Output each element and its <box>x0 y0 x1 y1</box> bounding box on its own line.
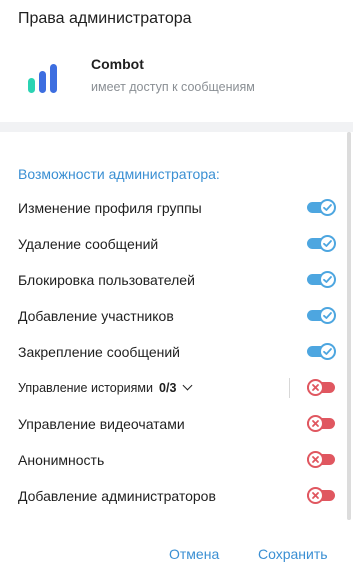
permission-label-text: Управление историями <box>18 381 154 395</box>
permission-label: Анонимность <box>18 452 105 468</box>
scrollbar-thumb[interactable] <box>347 132 351 520</box>
permission-row-pin-messages[interactable]: Закрепление сообщений <box>0 334 348 370</box>
bot-card: Combot имеет доступ к сообщениям <box>0 48 353 114</box>
permission-label[interactable]: Управление историями 0/3 <box>18 380 193 395</box>
chevron-down-icon[interactable] <box>182 380 193 391</box>
permission-label: Управление видеочатами <box>18 416 185 432</box>
permission-label: Изменение профиля группы <box>18 200 202 216</box>
permissions-list: Изменение профиля группы Удаление сообще… <box>0 190 348 514</box>
permission-toggle[interactable] <box>307 451 337 468</box>
permission-label: Удаление сообщений <box>18 236 159 252</box>
permission-label: Добавление участников <box>18 308 174 324</box>
permission-toggle[interactable] <box>307 235 337 252</box>
check-icon <box>323 276 332 283</box>
check-icon <box>323 240 332 247</box>
bot-name: Combot <box>91 56 144 72</box>
row-divider <box>289 378 290 398</box>
dialog-title: Права администратора <box>18 10 192 27</box>
dialog-footer: Отмена Сохранить <box>0 530 353 579</box>
bot-avatar-icon <box>24 56 68 100</box>
permission-label: Закрепление сообщений <box>18 344 180 360</box>
permission-row-edit-profile[interactable]: Изменение профиля группы <box>0 190 348 226</box>
x-icon <box>312 492 319 499</box>
save-button[interactable]: Сохранить <box>258 546 328 562</box>
permission-toggle[interactable] <box>307 487 337 504</box>
permission-row-anonymity[interactable]: Анонимность <box>0 442 348 478</box>
check-icon <box>323 348 332 355</box>
permission-toggle[interactable] <box>307 271 337 288</box>
permission-toggle[interactable] <box>307 415 337 432</box>
permission-label: Блокировка пользователей <box>18 272 195 288</box>
section-divider <box>0 122 353 132</box>
permission-toggle[interactable] <box>307 379 337 396</box>
permission-row-ban-users[interactable]: Блокировка пользователей <box>0 262 348 298</box>
cancel-button[interactable]: Отмена <box>169 546 219 562</box>
bot-subtitle: имеет доступ к сообщениям <box>91 80 255 94</box>
check-icon <box>323 312 332 319</box>
permission-row-manage-video-chats[interactable]: Управление видеочатами <box>0 406 348 442</box>
x-icon <box>312 456 319 463</box>
permission-toggle[interactable] <box>307 307 337 324</box>
x-icon <box>312 420 319 427</box>
x-icon <box>312 384 319 391</box>
permission-row-delete-messages[interactable]: Удаление сообщений <box>0 226 348 262</box>
permission-row-add-admins[interactable]: Добавление администраторов <box>0 478 348 514</box>
permission-label: Добавление администраторов <box>18 488 216 504</box>
permission-row-add-members[interactable]: Добавление участников <box>0 298 348 334</box>
scrollbar[interactable] <box>347 132 351 520</box>
permission-toggle[interactable] <box>307 199 337 216</box>
stories-counter: 0/3 <box>159 381 177 395</box>
section-header: Возможности администратора: <box>18 166 220 182</box>
permission-row-manage-stories[interactable]: Управление историями 0/3 <box>0 370 348 406</box>
permission-toggle[interactable] <box>307 343 337 360</box>
check-icon <box>323 204 332 211</box>
